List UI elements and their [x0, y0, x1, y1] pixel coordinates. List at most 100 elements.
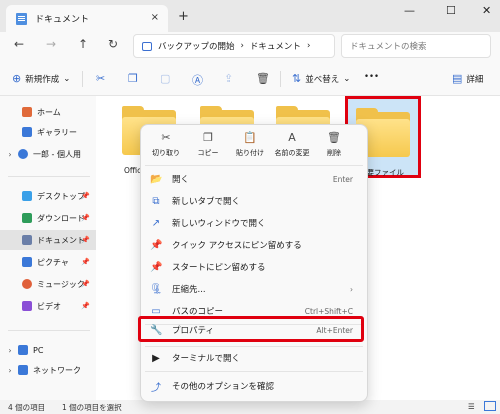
terminal-icon: ▶ — [152, 352, 160, 364]
documents-icon — [22, 235, 32, 245]
cut-icon: ✂ — [161, 131, 171, 144]
sidebar-item-music[interactable]: ミュージック 📌 — [0, 274, 96, 294]
pin-icon: 📌 — [81, 236, 90, 244]
pin-icon: 📌 — [81, 214, 90, 222]
copy-icon[interactable]: ❐ — [128, 72, 138, 85]
sidebar-item-desktop[interactable]: デスクトップ 📌 — [0, 186, 96, 206]
tab-documents[interactable]: ドキュメント × — [6, 5, 168, 32]
menu-item-compress[interactable]: 🗜 圧縮先... › — [145, 278, 363, 300]
chevron-down-icon: ⌄ — [343, 73, 351, 84]
back-button[interactable]: ← — [14, 37, 24, 51]
sidebar-item-documents[interactable]: ドキュメント 📌 — [0, 230, 96, 250]
menu-item-more-options[interactable]: ⤴ その他のオプションを確認 — [145, 375, 363, 397]
divider — [8, 176, 90, 177]
menu-item-label: 開く — [172, 175, 190, 185]
search-input[interactable]: ドキュメントの検索 — [341, 34, 491, 58]
music-icon — [22, 279, 32, 289]
sidebar-item-label: ミュージック — [37, 279, 85, 289]
new-tab-button[interactable]: + — [178, 9, 189, 24]
cut-icon[interactable]: ✂ — [96, 72, 105, 85]
new-button[interactable]: ⊕ 新規作成 ⌄ — [12, 72, 70, 85]
tab-title: ドキュメント — [35, 15, 90, 25]
menu-item-pin-start[interactable]: 📌 スタートにピン留めする — [145, 256, 363, 278]
context-delete-button[interactable]: 🗑 削除 — [313, 131, 355, 161]
copy-path-icon: ▭ — [151, 305, 161, 317]
backup-icon — [142, 41, 152, 51]
context-copy-button[interactable]: ❐ コピー — [187, 131, 229, 161]
sidebar-item-label: ドキュメント — [37, 235, 85, 245]
chevron-right-icon[interactable]: › — [6, 150, 14, 159]
sidebar-item-videos[interactable]: ビデオ 📌 — [0, 296, 96, 316]
menu-item-open-new-window[interactable]: ↗ 新しいウィンドウで開く — [145, 212, 363, 234]
chevron-right-icon[interactable]: › — [6, 346, 14, 355]
network-icon — [18, 365, 28, 375]
search-placeholder: ドキュメントの検索 — [350, 42, 427, 52]
sidebar-item-label: ネットワーク — [33, 365, 81, 375]
gallery-icon — [22, 127, 32, 137]
delete-icon[interactable]: 🗑 — [256, 72, 270, 85]
sort-button[interactable]: ⇅ 並べ替え ⌄ — [292, 72, 350, 85]
context-rename-label: 名前の変更 — [274, 149, 310, 157]
details-view-icon[interactable]: ☰ — [468, 402, 475, 411]
new-label: 新規作成 — [25, 74, 60, 85]
menu-divider — [145, 165, 363, 166]
sidebar-item-pictures[interactable]: ピクチャ 📌 — [0, 252, 96, 272]
title-bar: ドキュメント × + — ☐ ✕ — [0, 0, 500, 32]
more-options-button[interactable]: ••• — [364, 72, 379, 82]
menu-item-label: 圧縮先... — [172, 285, 206, 295]
paste-icon[interactable]: ▢ — [160, 72, 170, 85]
menu-item-open-terminal[interactable]: ▶ ターミナルで開く — [145, 347, 363, 369]
sidebar-item-label: ビデオ — [37, 301, 61, 311]
sort-label: 並べ替え — [305, 74, 340, 85]
context-paste-button[interactable]: 📋 貼り付け — [229, 131, 271, 161]
breadcrumb-documents[interactable]: ドキュメント — [250, 40, 301, 52]
sidebar-item-home[interactable]: ホーム — [0, 102, 96, 122]
cloud-icon — [18, 149, 28, 159]
new-window-icon: ↗ — [151, 217, 161, 229]
pin-icon: 📌 — [81, 258, 90, 266]
menu-item-open-new-tab[interactable]: ⧉ 新しいタブで開く — [145, 190, 363, 212]
maximize-button[interactable]: ☐ — [446, 4, 456, 17]
more-options-icon: ⤴ — [151, 382, 161, 394]
close-window-button[interactable]: ✕ — [482, 4, 491, 17]
context-rename-button[interactable]: A 名前の変更 — [271, 131, 313, 161]
pictures-icon — [22, 257, 32, 267]
tiles-view-icon[interactable] — [484, 401, 496, 411]
breadcrumb-chevron[interactable]: › — [307, 41, 310, 51]
context-cut-button[interactable]: ✂ 切り取り — [145, 131, 187, 161]
separator — [280, 71, 281, 87]
context-menu: ✂ 切り取り ❐ コピー 📋 貼り付け A 名前の変更 🗑 削除 📂 開く En… — [140, 124, 368, 402]
breadcrumb-backup[interactable]: バックアップの開始 — [158, 40, 235, 52]
sidebar-item-downloads[interactable]: ダウンロード 📌 — [0, 208, 96, 228]
menu-item-open[interactable]: 📂 開く Enter — [145, 168, 363, 190]
menu-item-shortcut: Enter — [332, 174, 353, 184]
rename-icon[interactable]: Ⓐ — [192, 72, 203, 88]
navigation-bar: ← → ↑ ↻ バックアップの開始 › ドキュメント › ドキュメントの検索 — [0, 32, 500, 60]
plus-circle-icon: ⊕ — [12, 72, 22, 85]
sidebar-item-pc[interactable]: › PC — [0, 340, 96, 360]
minimize-button[interactable]: — — [404, 4, 415, 17]
up-button[interactable]: ↑ — [78, 37, 88, 51]
sidebar-item-label: ダウンロード — [37, 213, 85, 223]
chevron-right-icon[interactable]: › — [6, 366, 14, 375]
sidebar-item-onedrive[interactable]: › 一郎 - 個人用 — [0, 144, 96, 164]
sidebar-item-label: PC — [33, 345, 44, 355]
command-bar: ⊕ 新規作成 ⌄ ✂ ❐ ▢ Ⓐ ⇪ 🗑 ⇅ 並べ替え ⌄ ••• ▤ 詳細 — [0, 60, 500, 96]
breadcrumb-chevron[interactable]: › — [241, 41, 244, 51]
share-icon[interactable]: ⇪ — [224, 72, 233, 85]
tab-close-icon[interactable]: × — [151, 12, 159, 23]
menu-item-pin-quick-access[interactable]: 📌 クイック アクセスにピン留めする — [145, 234, 363, 256]
sidebar-item-network[interactable]: › ネットワーク — [0, 360, 96, 380]
download-icon — [22, 213, 32, 223]
details-button[interactable]: ▤ 詳細 — [452, 72, 483, 85]
address-bar[interactable]: バックアップの開始 › ドキュメント › — [133, 34, 335, 58]
delete-icon: 🗑 — [327, 131, 341, 144]
forward-button[interactable]: → — [46, 37, 56, 51]
sidebar-item-gallery[interactable]: ギャラリー — [0, 122, 96, 142]
menu-divider — [145, 371, 363, 372]
paste-icon: 📋 — [243, 131, 257, 144]
context-copy-label: コピー — [197, 149, 219, 157]
menu-item-label: ターミナルで開く — [172, 354, 241, 364]
refresh-button[interactable]: ↻ — [108, 37, 118, 51]
pin-icon: 📌 — [81, 192, 90, 200]
